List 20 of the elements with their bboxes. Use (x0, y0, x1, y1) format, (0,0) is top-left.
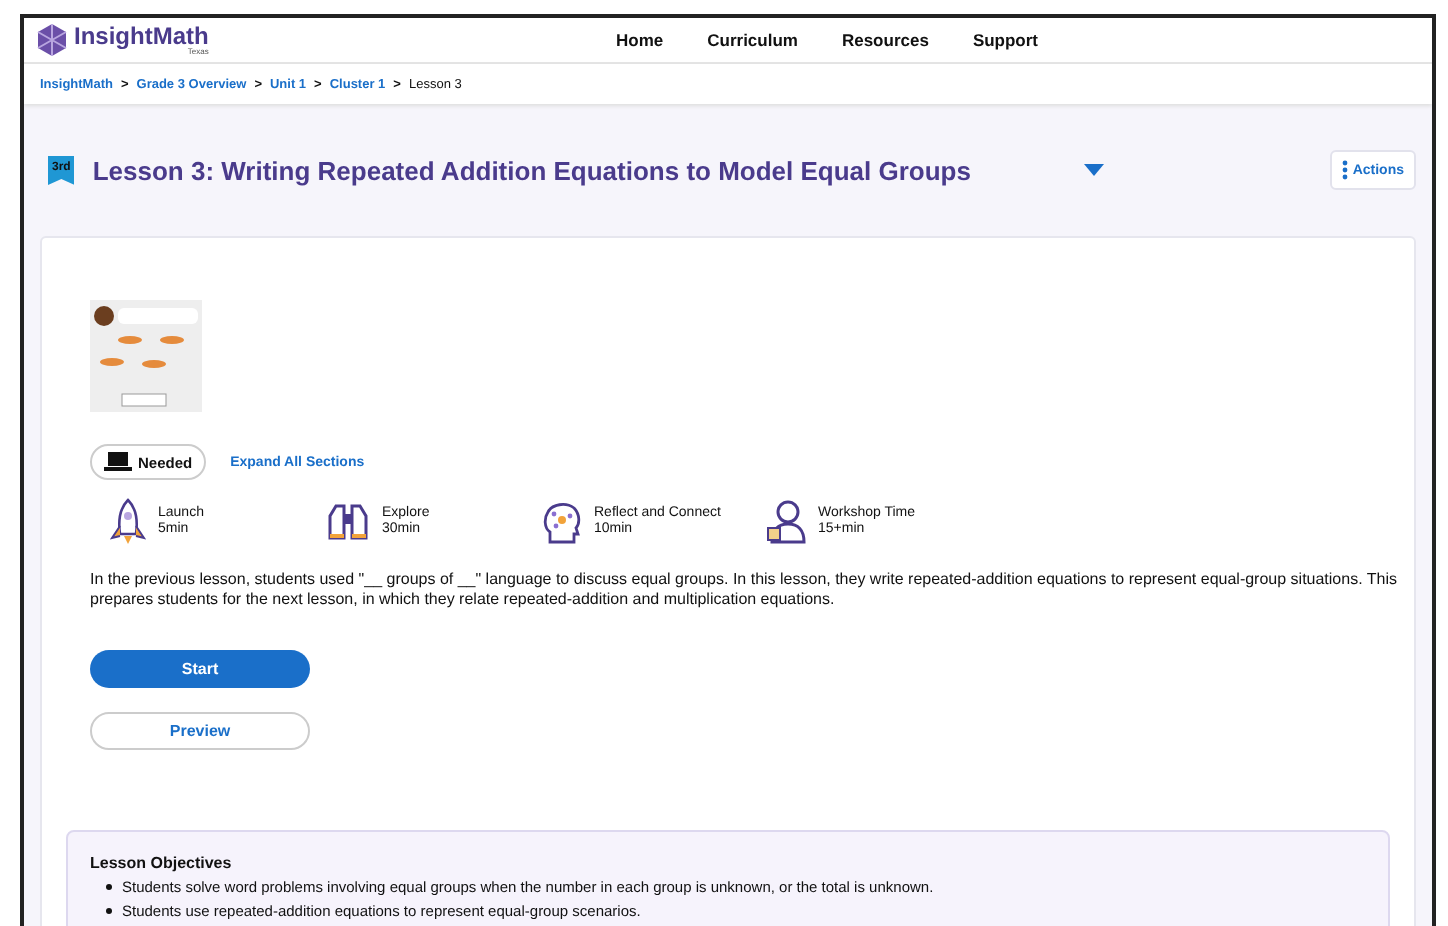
head-icon (542, 500, 582, 544)
bullet-icon (106, 884, 112, 891)
bullet-icon (106, 908, 112, 915)
person-icon (766, 500, 806, 544)
lesson-summary: In the previous lesson, students used "__ groups of __" language to discuss equal groups. In this lesson, they write repeated-addition equations to represent equal-group situations. This prepares students for the next lesson, in which they relate repeated-addition and multiplication equations. (90, 570, 1399, 612)
objectives-heading: Lesson Objectives (90, 853, 234, 872)
nav-link[interactable]: Support (972, 30, 1039, 50)
nav-link[interactable]: Resources (841, 30, 929, 50)
kebab-menu-icon (1342, 160, 1349, 180)
rocket-icon (110, 498, 146, 546)
logo-icon (36, 24, 68, 56)
preview-button[interactable]: Preview (90, 711, 310, 750)
caret-icon[interactable] (1084, 164, 1105, 176)
logo-text[interactable]: InsightMath (74, 24, 209, 48)
binoculars-icon (326, 502, 370, 542)
nav-link[interactable]: Home (616, 30, 664, 50)
start-button[interactable]: Start (90, 649, 310, 688)
nav-link[interactable]: Curriculum (707, 30, 798, 50)
lesson-thumbnail-drawing (90, 300, 202, 412)
lesson-title: Lesson 3: Writing Repeated Addition Equations to Model Equal Groups (92, 155, 973, 185)
